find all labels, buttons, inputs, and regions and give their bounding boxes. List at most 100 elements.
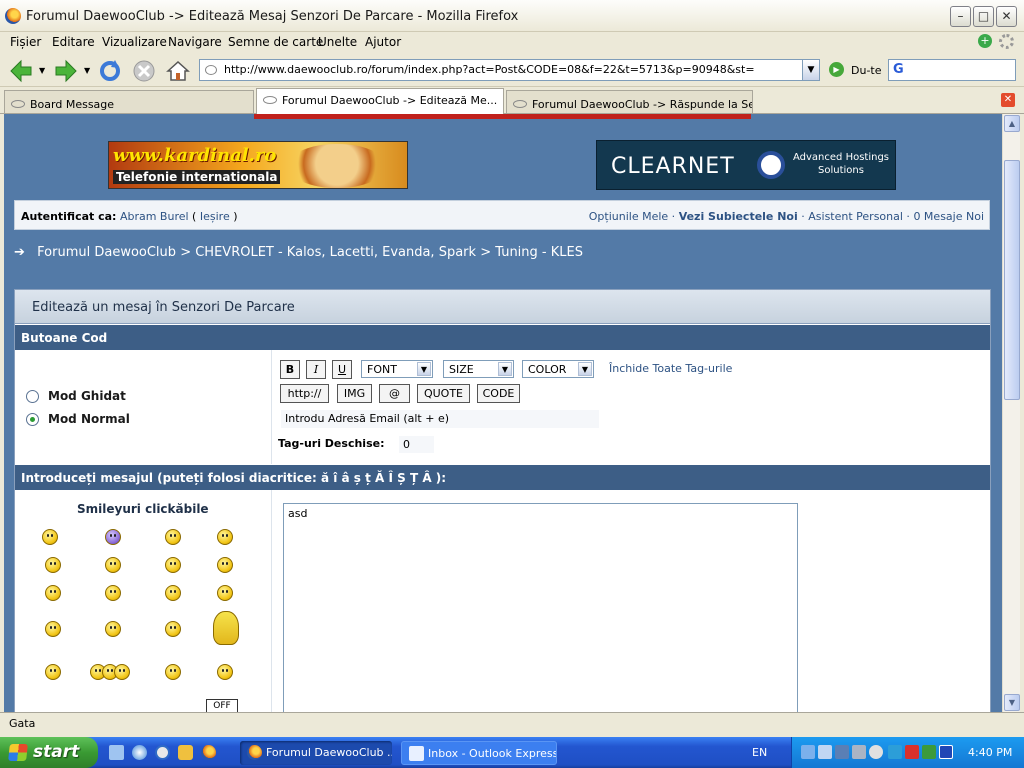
back-icon[interactable] (8, 58, 34, 84)
clearnet-ad-banner[interactable]: CLEARNET Advanced Hostings Solutions (596, 140, 896, 190)
tray-icon[interactable] (835, 745, 849, 759)
scroll-thumb[interactable] (1004, 160, 1020, 400)
thumbs-smiley-icon[interactable] (165, 664, 181, 680)
menu-view[interactable]: Vizualizare (102, 35, 167, 49)
maximize-button[interactable]: □ (973, 6, 994, 27)
tray-icon[interactable] (922, 745, 936, 759)
tray-icon[interactable] (939, 745, 953, 759)
smiley-icon[interactable] (105, 557, 121, 573)
network-icon[interactable] (801, 745, 815, 759)
tray-icon[interactable] (852, 745, 866, 759)
home-icon[interactable] (165, 58, 191, 84)
http-button[interactable]: http:// (280, 384, 329, 403)
smiley-icon[interactable] (45, 557, 61, 573)
logout-link[interactable]: Ieșire (200, 210, 230, 223)
update-icon[interactable]: + (978, 34, 992, 48)
language-indicator[interactable]: EN (752, 746, 767, 759)
menu-bookmarks[interactable]: Semne de carte (228, 35, 323, 49)
smiley-icon[interactable] (217, 585, 233, 601)
menu-help[interactable]: Ajutor (365, 35, 401, 49)
show-desktop-icon[interactable] (109, 745, 124, 760)
minimize-button[interactable]: – (950, 6, 971, 27)
start-button[interactable]: start (0, 737, 98, 768)
search-input[interactable]: G (888, 59, 1016, 81)
personal-assistant-link[interactable]: Asistent Personal (808, 210, 903, 223)
antivirus-icon[interactable] (905, 745, 919, 759)
back-dropdown-icon[interactable]: ▼ (39, 66, 45, 75)
reading-smiley-icon[interactable] (217, 664, 233, 680)
underline-button[interactable]: U (332, 360, 352, 379)
breadcrumb-tuning[interactable]: Tuning - KLES (495, 245, 583, 260)
email-button[interactable]: @ (379, 384, 410, 403)
new-messages-link[interactable]: 0 Mesaje Noi (913, 210, 984, 223)
smiley-icon[interactable] (105, 585, 121, 601)
my-options-link[interactable]: Opțiunile Mele (589, 210, 668, 223)
off-sign-smiley[interactable]: OFF (206, 699, 238, 712)
go-button[interactable]: Du-te (851, 64, 882, 77)
forward-dropdown-icon[interactable]: ▼ (84, 66, 90, 75)
quick-launch-icon[interactable] (178, 745, 193, 760)
internet-explorer-icon[interactable] (132, 745, 147, 760)
grin-smiley-icon[interactable] (45, 621, 61, 637)
menu-file[interactable]: Fișier (10, 35, 41, 49)
close-all-tags-link[interactable]: Închide Toate Tag-urile (609, 362, 732, 375)
tray-icon[interactable] (888, 745, 902, 759)
menu-navigate[interactable]: Navigare (168, 35, 222, 49)
wave-smiley-icon[interactable] (165, 585, 181, 601)
chevron-down-icon: ▼ (417, 362, 431, 376)
italic-button[interactable]: I (306, 360, 326, 379)
go-icon[interactable]: ▶ (829, 62, 844, 77)
taskbar-outlook-window[interactable]: Inbox - Outlook Express (401, 741, 557, 765)
tab-reply[interactable]: Forumul DaewooClub -> Răspunde la Senzo.… (506, 90, 753, 113)
close-button[interactable]: ✕ (996, 6, 1017, 27)
url-text[interactable]: http://www.daewooclub.ro/forum/index.php… (224, 63, 755, 76)
message-header: Introduceți mesajul (puteți folosi diacr… (15, 465, 990, 490)
message-textarea[interactable]: asd (283, 503, 798, 712)
menu-edit[interactable]: Editare (52, 35, 95, 49)
new-topics-link[interactable]: Vezi Subiectele Noi (679, 210, 798, 223)
img-button[interactable]: IMG (337, 384, 372, 403)
close-tab-icon[interactable]: ✕ (1001, 93, 1015, 107)
url-dropdown-icon[interactable]: ▼ (802, 60, 819, 80)
google-search-icon[interactable]: G (893, 62, 904, 77)
smiley-icon[interactable] (42, 529, 58, 545)
font-select[interactable]: FONT ▼ (361, 360, 433, 378)
smiley-icon[interactable] (217, 529, 233, 545)
smiley-icon[interactable] (165, 529, 181, 545)
smiley-icon[interactable] (165, 557, 181, 573)
quote-button[interactable]: QUOTE (417, 384, 470, 403)
url-bar[interactable]: http://www.daewooclub.ro/forum/index.php… (199, 59, 820, 81)
smiley-icon[interactable] (165, 621, 181, 637)
media-player-icon[interactable] (155, 745, 170, 760)
usb-icon[interactable] (818, 745, 832, 759)
bold-button[interactable]: B (280, 360, 300, 379)
tongue-smiley-icon[interactable] (45, 664, 61, 680)
tab-edit-message[interactable]: Forumul DaewooClub -> Editează Me... (256, 88, 504, 114)
devil-smiley-icon[interactable] (105, 529, 121, 545)
vertical-scrollbar[interactable]: ▲ ▼ (1002, 114, 1020, 712)
forward-icon[interactable] (53, 58, 79, 84)
banana-dance-icon[interactable] (213, 611, 239, 645)
scroll-down-icon[interactable]: ▼ (1004, 694, 1020, 711)
mode-normal-radio[interactable] (26, 413, 39, 426)
code-button[interactable]: CODE (477, 384, 520, 403)
size-select[interactable]: SIZE ▼ (443, 360, 514, 378)
group-smiley-icon[interactable] (90, 664, 130, 681)
reload-icon[interactable] (97, 58, 123, 84)
kardinal-ad-banner[interactable]: www.kardinal.ro Telefonie internationala (108, 141, 408, 189)
laughing-smiley-icon[interactable] (45, 585, 61, 601)
username-link[interactable]: Abram Burel (120, 210, 189, 223)
stop-icon[interactable] (131, 58, 157, 84)
scroll-up-icon[interactable]: ▲ (1004, 115, 1020, 132)
firefox-launch-icon[interactable] (201, 745, 216, 760)
peace-smiley-icon[interactable] (217, 557, 233, 573)
color-select[interactable]: COLOR ▼ (522, 360, 594, 378)
mode-guided-radio[interactable] (26, 390, 39, 403)
tray-icon[interactable] (869, 745, 883, 759)
breadcrumb-forum[interactable]: Forumul DaewooClub (37, 245, 176, 260)
taskbar-firefox-window[interactable]: Forumul DaewooClub ... (240, 741, 392, 765)
tongue-smiley-icon[interactable] (105, 621, 121, 637)
breadcrumb-chevrolet[interactable]: CHEVROLET - Kalos, Lacetti, Evanda, Spar… (195, 245, 476, 260)
menu-tools[interactable]: Unelte (318, 35, 357, 49)
tab-board-message[interactable]: Board Message (4, 90, 254, 113)
